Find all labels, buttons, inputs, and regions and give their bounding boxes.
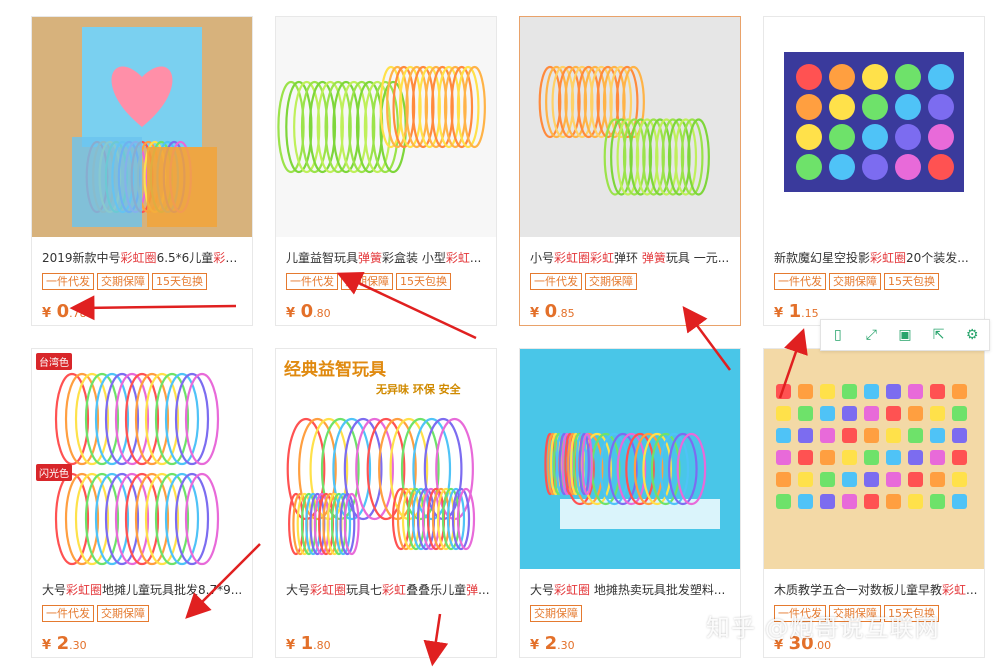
image-toolbar: ▯ ⤢ ▣ ⇱ ⚙ xyxy=(820,319,990,351)
product-title[interactable]: 小号彩虹圈彩虹弹环 弹簧玩具 一元... xyxy=(530,249,734,266)
product-image[interactable] xyxy=(520,17,740,237)
service-tag: 交期保障 xyxy=(97,605,149,622)
product-card[interactable]: 儿童益智玩具弹簧彩盒装 小型彩虹... 一件代发 交期保障 15天包换 ¥ 0.80 xyxy=(275,16,497,326)
product-price: ¥ 0.78 xyxy=(42,301,87,322)
save-icon[interactable]: ▣ xyxy=(896,326,914,344)
service-tag: 一件代发 xyxy=(286,273,338,290)
service-tag: 交期保障 xyxy=(97,273,149,290)
service-tag: 15天包换 xyxy=(884,273,939,290)
product-card[interactable]: 台湾色闪光色大号彩虹圈地摊儿童玩具批发8.7*9... 一件代发 交期保障 ¥ 2.3… xyxy=(31,348,253,658)
product-title[interactable]: 木质教学五合一对数板儿童早教彩虹... xyxy=(774,581,978,598)
product-card[interactable]: 小号彩虹圈彩虹弹环 弹簧玩具 一元... 一件代发 交期保障 ¥ 0.85 xyxy=(519,16,741,326)
service-tag: 一件代发 xyxy=(530,273,582,290)
service-tag: 15天包换 xyxy=(396,273,451,290)
product-title[interactable]: 大号彩虹圈玩具七彩虹叠叠乐儿童弹... xyxy=(286,581,490,598)
product-card[interactable]: 经典益智玩具无异味 环保 安全大号彩虹圈玩具七彩虹叠叠乐儿童弹... ¥ 1.80 xyxy=(275,348,497,658)
share-icon[interactable]: ⇱ xyxy=(930,326,948,344)
color-badge-top: 台湾色 xyxy=(36,353,72,370)
service-tags: 一件代发 交期保障 xyxy=(42,605,149,622)
product-title[interactable]: 2019新款中号彩虹圈6.5*6儿童彩虹... xyxy=(42,249,246,266)
service-tag: 交期保障 xyxy=(829,273,881,290)
service-tags: 一件代发 交期保障 15天包换 xyxy=(286,273,451,290)
service-tags: 一件代发 交期保障 15天包换 xyxy=(42,273,207,290)
service-tag: 交期保障 xyxy=(585,273,637,290)
product-price: ¥ 0.85 xyxy=(530,301,575,322)
product-image[interactable] xyxy=(764,349,984,569)
service-tag: 一件代发 xyxy=(42,273,94,290)
image-headline: 经典益智玩具 xyxy=(284,360,386,380)
service-tag: 15天包换 xyxy=(152,273,207,290)
gear-icon[interactable]: ⚙ xyxy=(963,326,981,344)
color-badge-bottom: 闪光色 xyxy=(36,464,72,481)
product-title[interactable]: 新款魔幻星空投影彩虹圈20个装发... xyxy=(774,249,978,266)
expand-icon[interactable]: ⤢ xyxy=(862,326,880,344)
service-tag: 一件代发 xyxy=(42,605,94,622)
service-tag: 一件代发 xyxy=(774,273,826,290)
product-image[interactable] xyxy=(32,17,252,237)
service-tag: 交期保障 xyxy=(341,273,393,290)
product-price: ¥ 2.30 xyxy=(530,633,575,654)
service-tag: 交期保障 xyxy=(530,605,582,622)
product-card[interactable]: 2019新款中号彩虹圈6.5*6儿童彩虹... 一件代发交期保障15天包换 ¥ 0.… xyxy=(31,16,253,326)
watermark: 知乎 @炮哥说互联网 xyxy=(706,614,940,642)
product-price: ¥ 2.30 xyxy=(42,633,87,654)
product-card[interactable]: 新款魔幻星空投影彩虹圈20个装发... 一件代发 交期保障 15天包换 ¥ 1.15 xyxy=(763,16,985,326)
service-tags: 交期保障 xyxy=(530,605,582,622)
service-tags: 一件代发 交期保障 xyxy=(530,273,637,290)
product-price: ¥ 1.15 xyxy=(774,301,819,322)
product-image[interactable] xyxy=(276,17,496,237)
product-image[interactable] xyxy=(764,17,984,237)
product-price: ¥ 0.80 xyxy=(286,301,331,322)
phone-icon[interactable]: ▯ xyxy=(829,326,847,344)
product-image[interactable] xyxy=(520,349,740,569)
product-title[interactable]: 大号彩虹圈 地摊热卖玩具批发塑料... xyxy=(530,581,734,598)
service-tags: 一件代发 交期保障 15天包换 xyxy=(774,273,939,290)
product-title[interactable]: 大号彩虹圈地摊儿童玩具批发8.7*9... xyxy=(42,581,246,598)
product-image[interactable] xyxy=(32,349,252,569)
product-price: ¥ 1.80 xyxy=(286,633,331,654)
product-title[interactable]: 儿童益智玩具弹簧彩盒装 小型彩虹... xyxy=(286,249,490,266)
image-subline: 无异味 环保 安全 xyxy=(376,383,461,396)
